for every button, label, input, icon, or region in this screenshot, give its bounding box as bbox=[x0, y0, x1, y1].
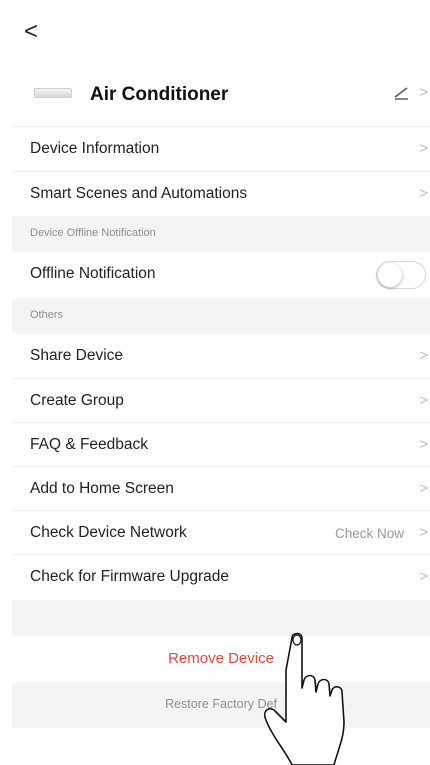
check-now-link[interactable]: Check Now bbox=[335, 526, 404, 541]
row-label: Share Device bbox=[30, 347, 124, 364]
row-label: Check Device Network bbox=[30, 524, 187, 541]
chevron-right-icon: > bbox=[419, 140, 428, 157]
row-label: Add to Home Screen bbox=[30, 480, 174, 497]
section-device-offline-notification: Device Offline Notification bbox=[12, 216, 430, 252]
row-check-device-network[interactable]: Check Device Network Check Now > bbox=[12, 511, 430, 555]
row-smart-scenes[interactable]: Smart Scenes and Automations > bbox=[12, 172, 430, 216]
row-check-firmware-upgrade[interactable]: Check for Firmware Upgrade > bbox=[12, 555, 430, 599]
top-bar: < bbox=[12, 8, 430, 56]
section-spacer bbox=[12, 600, 430, 636]
air-conditioner-icon bbox=[34, 88, 72, 98]
pointing-hand-icon bbox=[263, 632, 345, 765]
chevron-right-icon: > bbox=[419, 480, 428, 497]
section-title: Device Offline Notification bbox=[30, 227, 156, 239]
row-create-group[interactable]: Create Group > bbox=[12, 379, 430, 423]
row-label: Device Information bbox=[30, 140, 160, 157]
row-label: Smart Scenes and Automations bbox=[30, 185, 248, 202]
row-device-information[interactable]: Device Information > bbox=[12, 127, 430, 171]
chevron-right-icon: > bbox=[419, 392, 428, 409]
chevron-right-icon: > bbox=[419, 436, 428, 453]
row-share-device[interactable]: Share Device > bbox=[12, 334, 430, 378]
remove-device-button[interactable]: Remove Device bbox=[12, 636, 430, 682]
chevron-right-icon: > bbox=[419, 185, 428, 202]
row-offline-notification: Offline Notification bbox=[12, 252, 430, 296]
chevron-right-icon: > bbox=[419, 347, 428, 364]
chevron-right-icon: > bbox=[419, 568, 428, 585]
chevron-right-icon: > bbox=[419, 84, 428, 101]
remove-device-label: Remove Device bbox=[168, 650, 274, 667]
chevron-right-icon: > bbox=[419, 524, 428, 541]
row-label: Check for Firmware Upgrade bbox=[30, 568, 229, 585]
restore-factory-label: Restore Factory Def bbox=[165, 697, 277, 711]
row-label: Offline Notification bbox=[30, 265, 156, 282]
restore-factory-button[interactable]: Restore Factory Def bbox=[12, 682, 430, 728]
edit-icon[interactable] bbox=[392, 82, 412, 102]
row-faq-feedback[interactable]: FAQ & Feedback > bbox=[12, 423, 430, 467]
back-chevron-icon[interactable]: < bbox=[24, 20, 48, 46]
row-add-to-home-screen[interactable]: Add to Home Screen > bbox=[12, 467, 430, 511]
row-label: Create Group bbox=[30, 392, 124, 409]
offline-notification-toggle[interactable] bbox=[376, 261, 426, 289]
device-name: Air Conditioner bbox=[90, 84, 229, 105]
toggle-knob bbox=[378, 263, 402, 287]
section-others: Others bbox=[12, 298, 430, 334]
device-header[interactable]: Air Conditioner > bbox=[12, 76, 430, 128]
device-settings-screen: < Air Conditioner > Device Information >… bbox=[12, 8, 430, 728]
section-title: Others bbox=[30, 309, 64, 321]
row-label: FAQ & Feedback bbox=[30, 436, 149, 453]
